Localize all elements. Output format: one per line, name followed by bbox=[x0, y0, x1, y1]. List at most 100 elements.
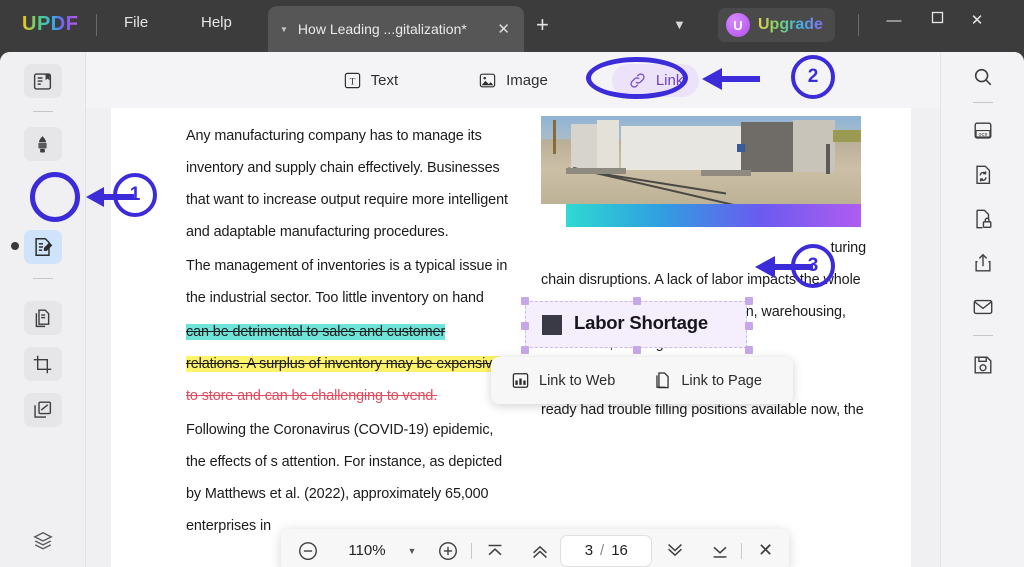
upgrade-button[interactable]: U Upgrade bbox=[718, 8, 835, 42]
first-page-button[interactable] bbox=[472, 540, 519, 562]
paragraph-2: The management of inventories is a typic… bbox=[186, 258, 508, 306]
left-sidebar bbox=[0, 52, 86, 567]
prev-page-button[interactable] bbox=[518, 540, 561, 562]
link-to-page-option[interactable]: Link to Page bbox=[653, 371, 762, 390]
current-page-value: 3 bbox=[584, 542, 594, 559]
sidebar-item-annotate[interactable] bbox=[23, 127, 62, 161]
document-image[interactable] bbox=[541, 116, 861, 204]
close-navbar-button[interactable]: ✕ bbox=[742, 540, 789, 561]
right-sidebar: OCR bbox=[940, 52, 1024, 567]
last-page-icon bbox=[713, 546, 727, 558]
logo-divider bbox=[96, 14, 97, 36]
email-button[interactable] bbox=[964, 290, 1002, 324]
toolbar-text-button[interactable]: T Text bbox=[327, 64, 415, 97]
resize-handle-sw[interactable] bbox=[521, 346, 529, 354]
protect-button[interactable] bbox=[964, 202, 1002, 236]
search-icon bbox=[974, 68, 991, 86]
minus-circle-icon bbox=[299, 541, 318, 560]
maximize-button[interactable] bbox=[925, 11, 949, 28]
sidebar-item-layers[interactable] bbox=[24, 524, 62, 558]
layers-icon bbox=[32, 531, 53, 550]
resize-handle-e[interactable] bbox=[745, 322, 753, 330]
toolbar-link-button[interactable]: Link bbox=[611, 63, 700, 97]
sidebar-item-crop[interactable] bbox=[23, 347, 62, 381]
page-copy-icon bbox=[35, 308, 50, 327]
tab-chevron-down-icon[interactable]: ▼ bbox=[280, 25, 288, 34]
tab-title: How Leading ...gitalization* bbox=[297, 21, 467, 37]
selected-text-object[interactable]: Labor Shortage bbox=[521, 297, 753, 354]
menu-help[interactable]: Help bbox=[201, 14, 232, 31]
share-button[interactable] bbox=[964, 246, 1002, 280]
ocr-icon: OCR bbox=[974, 122, 991, 139]
tab-close-icon[interactable]: ✕ bbox=[497, 20, 510, 38]
minimize-button[interactable]: — bbox=[882, 12, 906, 29]
sidebar-separator-2 bbox=[32, 278, 53, 279]
page-number-field[interactable]: 3 / 16 bbox=[561, 535, 652, 566]
zoom-out-button[interactable] bbox=[281, 540, 336, 562]
resize-handle-ne[interactable] bbox=[745, 297, 753, 305]
share-upload-icon bbox=[974, 253, 991, 272]
left-text-column: Any manufacturing company has to manage … bbox=[186, 120, 511, 544]
sidebar-item-reader[interactable] bbox=[23, 64, 62, 98]
resize-handle-n[interactable] bbox=[633, 297, 641, 305]
title-bar: UPDF File Help ▼ How Leading ...gitaliza… bbox=[0, 0, 1024, 52]
last-page-button[interactable] bbox=[698, 540, 741, 562]
link-to-web-option[interactable]: Link to Web bbox=[511, 371, 615, 390]
page-separator: / bbox=[600, 542, 605, 559]
convert-button[interactable] bbox=[964, 158, 1002, 192]
titlebar-divider bbox=[858, 14, 859, 36]
redact-pages-icon bbox=[34, 400, 52, 418]
svg-text:T: T bbox=[349, 77, 355, 87]
right-fragment-1: turing bbox=[830, 240, 867, 256]
pdf-page: Any manufacturing company has to manage … bbox=[111, 108, 911, 567]
next-page-button[interactable] bbox=[651, 540, 698, 562]
crop-icon bbox=[33, 355, 52, 373]
close-button[interactable]: ✕ bbox=[965, 11, 989, 29]
struck-line-1: can be detrimental to sales and customer bbox=[186, 324, 446, 340]
resize-handle-nw[interactable] bbox=[521, 297, 529, 305]
search-button[interactable] bbox=[964, 60, 1002, 94]
sidebar-separator-1 bbox=[32, 111, 53, 112]
book-reader-icon bbox=[33, 72, 52, 90]
sidebar-item-redact[interactable] bbox=[23, 393, 62, 427]
image-gradient-band bbox=[566, 204, 861, 227]
svg-text:OCR: OCR bbox=[978, 132, 987, 138]
new-tab-button[interactable]: + bbox=[536, 14, 549, 36]
struck-line-2: relations. A surplus of inventory may be… bbox=[186, 356, 501, 372]
resize-handle-w[interactable] bbox=[521, 322, 529, 330]
resize-handle-s[interactable] bbox=[633, 346, 641, 354]
image-icon bbox=[479, 73, 496, 87]
zoom-in-button[interactable] bbox=[426, 540, 471, 562]
zoom-dropdown-caret-down-icon[interactable]: ▼ bbox=[398, 546, 425, 556]
window-body: T Text Image Link Any manufacturing comp… bbox=[0, 52, 1024, 567]
paragraph-3: Following the Coronavirus (COVID-19) epi… bbox=[186, 422, 503, 534]
resize-handle-se[interactable] bbox=[745, 346, 753, 354]
link-context-menu[interactable]: Link to Web Link to Page bbox=[491, 357, 793, 404]
floppy-save-icon bbox=[974, 356, 991, 374]
highlighter-icon bbox=[38, 135, 47, 153]
right-sidebar-separator-1 bbox=[972, 102, 993, 103]
sidebar-collapse-dot[interactable] bbox=[11, 242, 19, 250]
menu-file[interactable]: File bbox=[124, 14, 148, 31]
link-icon bbox=[630, 72, 645, 88]
sidebar-item-organize[interactable] bbox=[23, 301, 62, 335]
bullet-square-icon bbox=[542, 315, 562, 335]
link-to-web-icon bbox=[512, 373, 529, 388]
selected-heading-text: Labor Shortage bbox=[574, 312, 708, 333]
document-tab[interactable]: ▼ How Leading ...gitalization* ✕ bbox=[268, 6, 524, 52]
link-to-page-icon bbox=[656, 372, 669, 389]
page-navigation-bar[interactable]: 110% ▼ 3 / 16 ✕ bbox=[281, 529, 789, 567]
document-canvas[interactable]: Any manufacturing company has to manage … bbox=[86, 108, 940, 567]
ocr-button[interactable]: OCR bbox=[964, 114, 1002, 148]
updf-window: UPDF File Help ▼ How Leading ...gitaliza… bbox=[0, 0, 1024, 567]
envelope-icon bbox=[973, 299, 992, 315]
save-button[interactable] bbox=[964, 348, 1002, 382]
next-page-icon bbox=[667, 543, 682, 556]
zoom-level-label[interactable]: 110% bbox=[336, 542, 399, 559]
sidebar-item-edit-pdf[interactable] bbox=[23, 230, 62, 264]
prev-page-icon bbox=[532, 545, 547, 558]
edit-toolbar: T Text Image Link bbox=[86, 52, 940, 108]
toolbar-image-button[interactable]: Image bbox=[462, 64, 564, 97]
tab-list-chevron-down-icon[interactable]: ▼ bbox=[673, 17, 686, 32]
app-logo: UPDF bbox=[22, 13, 79, 35]
